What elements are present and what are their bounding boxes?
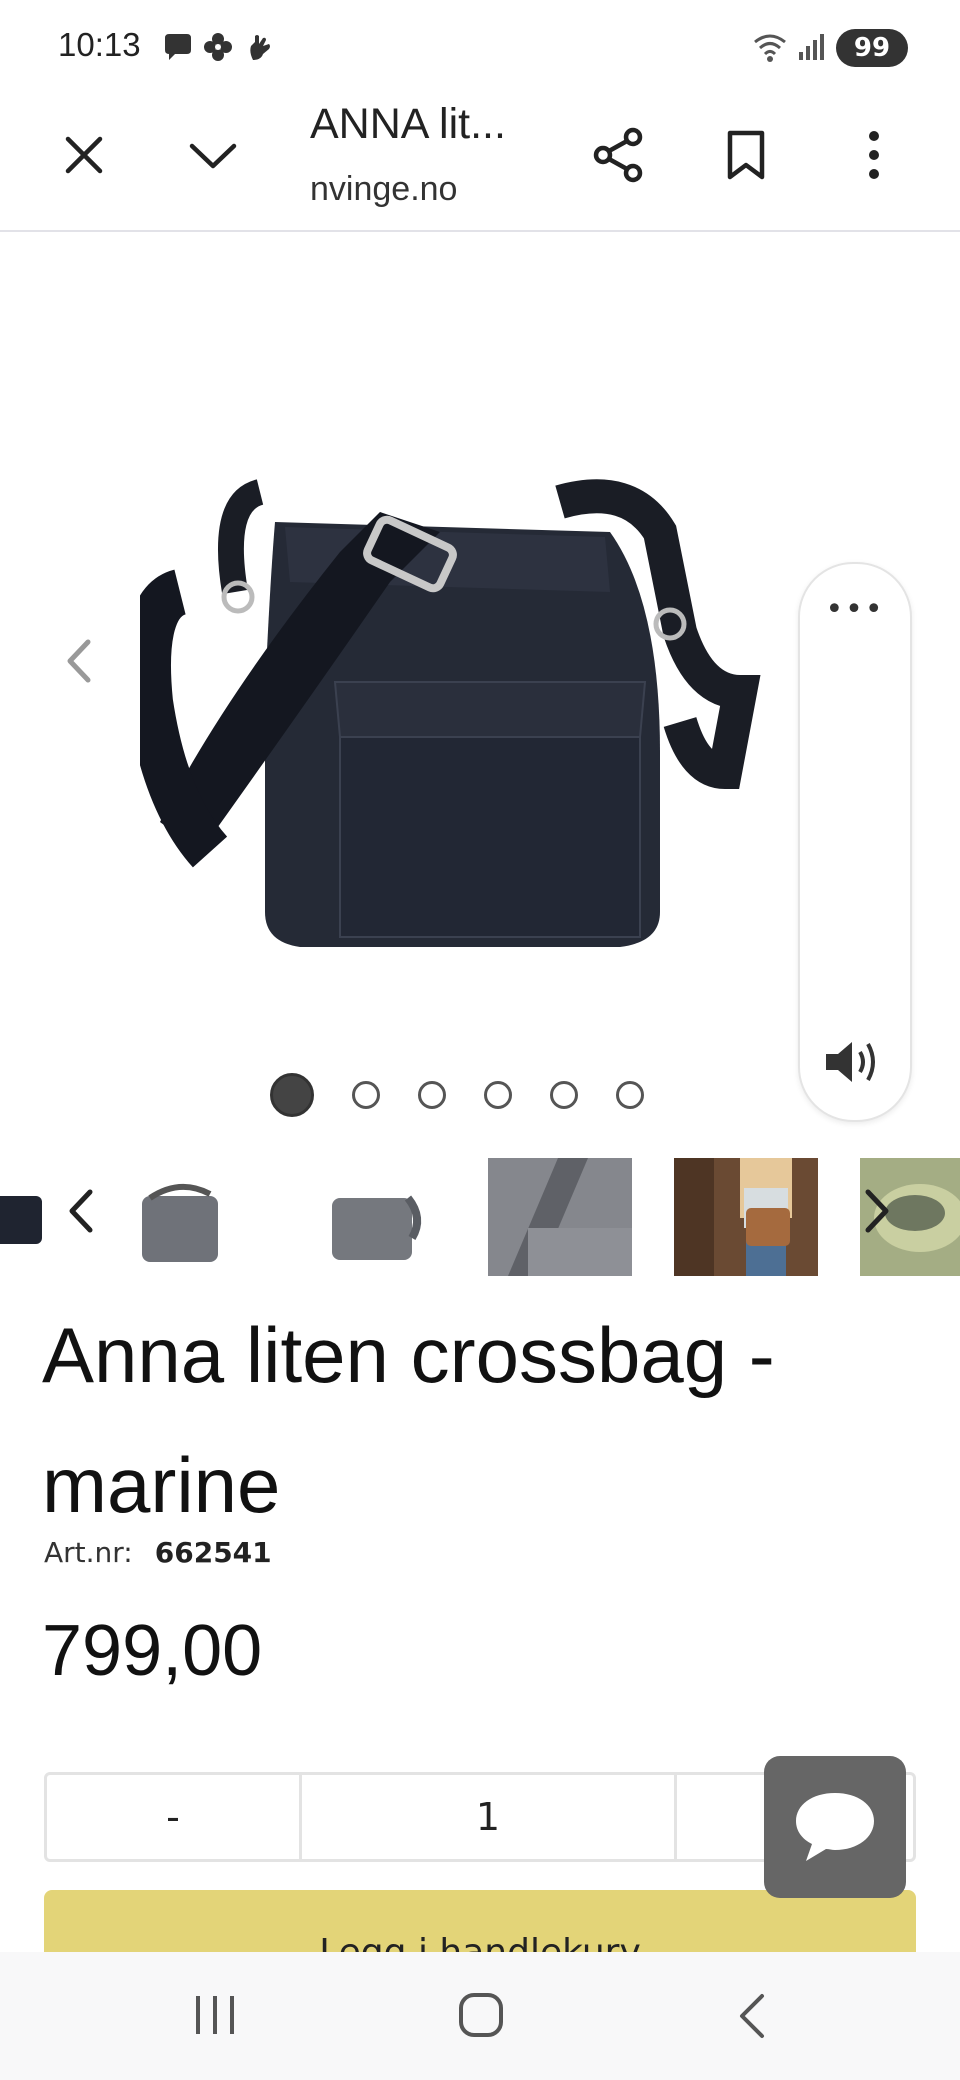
product-title: Anna liten crossbag - marine [42,1311,775,1529]
recent-apps-icon[interactable] [190,1992,240,2040]
carousel-dots [270,1073,644,1117]
gallery-prev-icon[interactable] [64,636,94,690]
page-url[interactable]: nvinge.no [310,170,540,209]
back-icon[interactable] [734,1992,768,2044]
close-icon[interactable] [44,115,124,195]
chat-button[interactable] [764,1756,906,1898]
thumbnail-person-with-bag[interactable] [674,1158,818,1276]
quantity-input[interactable]: 1 [302,1775,677,1859]
carousel-dot[interactable] [484,1081,512,1109]
share-icon[interactable] [578,115,658,195]
artnr-value: 662541 [154,1536,272,1569]
article-number: Art.nr: 662541 [44,1536,272,1569]
battery-indicator: 99 [836,29,908,67]
more-vertical-icon[interactable] [834,115,914,195]
wifi-icon [752,30,788,66]
carousel-dot[interactable] [270,1073,314,1117]
status-bar: 10:13 99 [0,0,960,96]
hand-icon [242,30,278,66]
bookmark-icon[interactable] [706,115,786,195]
flower-icon [200,30,236,66]
floating-audio-panel[interactable]: ••• [798,562,912,1122]
status-time: 10:13 [58,26,141,63]
home-icon[interactable] [456,1990,506,2044]
product-price: 799,00 [42,1611,263,1691]
chat-bubble-icon [160,30,196,66]
thumbnails-next-icon[interactable] [862,1186,902,1246]
thumbnail-strap-closeup[interactable] [488,1158,632,1276]
thumbnail-strip [0,1158,960,1280]
panel-menu-icon[interactable]: ••• [822,592,888,627]
thumbnail-grey-bag-2[interactable] [320,1158,430,1276]
chat-bubble-icon [796,1793,874,1861]
thumbnail-grey-bag-1[interactable] [130,1158,230,1276]
thumbnails-prev-icon[interactable] [66,1186,106,1246]
page-title[interactable]: ANNA lit... [310,100,540,149]
chevron-down-icon[interactable] [173,115,253,195]
carousel-dot[interactable] [616,1081,644,1109]
carousel-dot[interactable] [418,1081,446,1109]
system-nav-bar [0,1952,960,2080]
decrease-quantity-button[interactable]: - [47,1775,302,1859]
signal-icon [794,30,830,66]
thumbnail-navy-bag[interactable] [0,1158,46,1276]
artnr-label: Art.nr: [44,1536,133,1569]
product-image[interactable] [140,472,800,992]
speaker-icon[interactable] [820,1034,884,1094]
carousel-dot[interactable] [352,1081,380,1109]
carousel-dot[interactable] [550,1081,578,1109]
